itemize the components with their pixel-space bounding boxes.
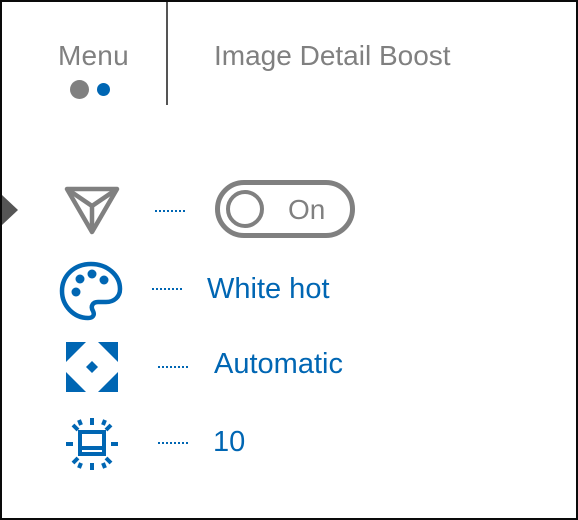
palette-value[interactable]: White hot: [207, 273, 330, 306]
toggle-knob: [226, 190, 264, 228]
header-divider: [166, 2, 168, 105]
menu-item-detail-boost[interactable]: [64, 186, 120, 236]
menu-item-level[interactable]: [64, 416, 120, 472]
menu-screen: Menu Image Detail Boost On White hot Aut…: [0, 0, 578, 520]
leader-dots: [152, 288, 182, 290]
page-title: Image Detail Boost: [214, 40, 451, 71]
page-dot-inactive: [70, 80, 89, 99]
detail-boost-icon: [64, 186, 120, 235]
page-indicator: [70, 80, 130, 100]
auto-focus-icon: [66, 342, 118, 392]
brightness-icon: [66, 418, 118, 470]
leader-dots: [155, 210, 185, 212]
menu-item-mode[interactable]: [64, 340, 120, 394]
menu-label: Menu: [58, 40, 129, 71]
detail-boost-toggle[interactable]: On: [215, 180, 355, 238]
page-dot-active: [97, 83, 110, 96]
palette-icon: [59, 261, 123, 321]
mode-value[interactable]: Automatic: [214, 348, 343, 381]
menu-item-palette[interactable]: [58, 260, 124, 322]
selection-pointer-icon: [2, 195, 18, 225]
level-value[interactable]: 10: [213, 426, 245, 459]
leader-dots: [158, 442, 188, 444]
leader-dots: [158, 366, 188, 368]
toggle-state-label: On: [288, 194, 326, 225]
